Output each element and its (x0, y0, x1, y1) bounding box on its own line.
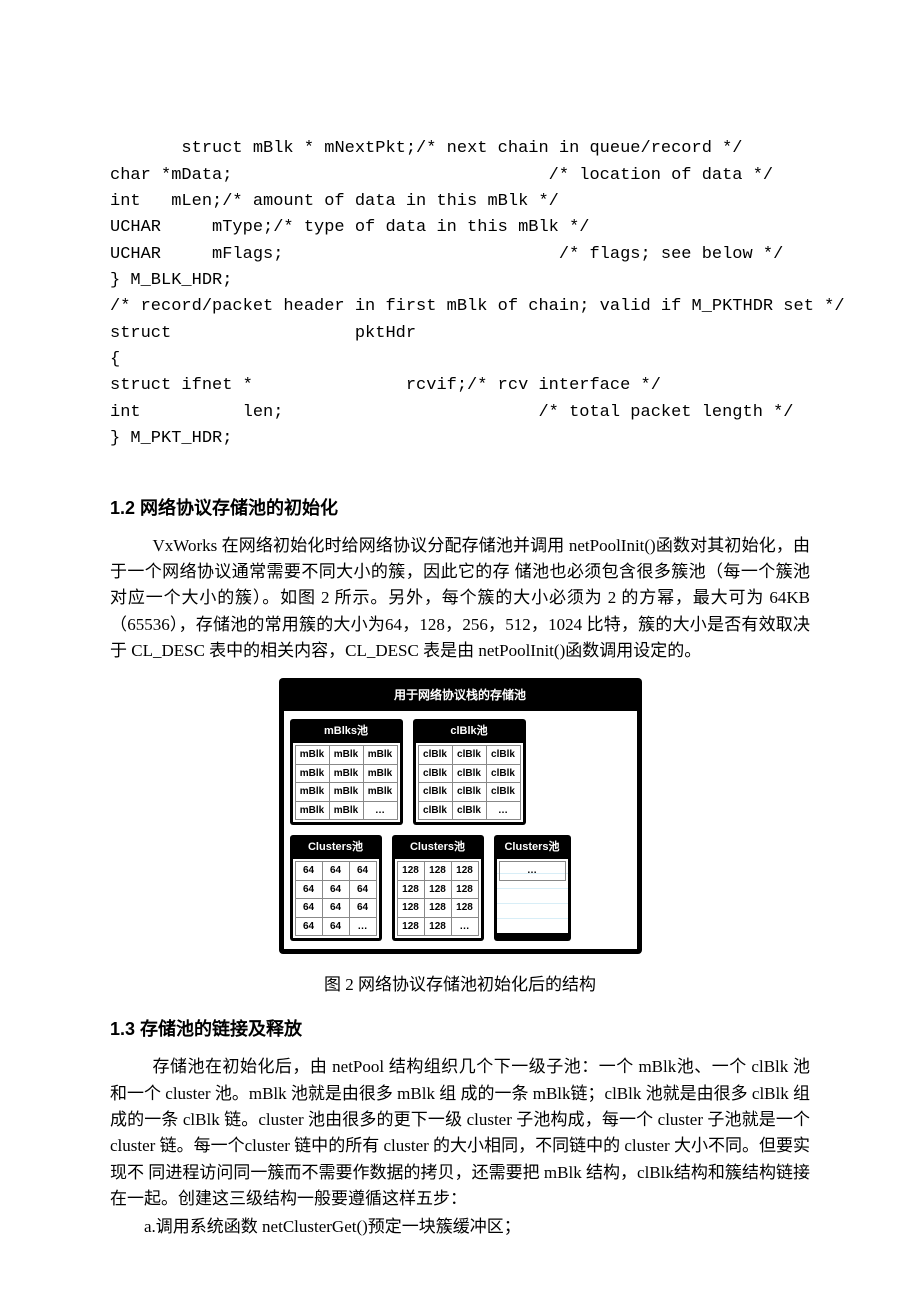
figure-2-row2: Clusters池 646464 646464 646464 6464… Clu… (290, 835, 631, 941)
pool-c128-body: 128128128 128128128 128128128 128128… (395, 859, 481, 938)
pool-cmore-title: Clusters池 (497, 838, 568, 859)
cell: 128 (424, 880, 451, 899)
cell: … (499, 862, 565, 881)
cell: 128 (424, 862, 451, 881)
paragraph-1-3: 存储池在初始化后，由 netPool 结构组织几个下一级子池：一个 mBlk池、… (110, 1054, 810, 1212)
paragraph-1-3-a: a.调用系统函数 netClusterGet()预定一块簇缓冲区； (110, 1214, 810, 1240)
cell: clBlk (452, 783, 486, 802)
code-line: int len; /* total packet length */ (110, 403, 794, 422)
figure-2-title: 用于网络协议栈的存储池 (284, 683, 637, 711)
cell: … (363, 801, 397, 820)
cell: 128 (397, 899, 424, 918)
cell: 128 (397, 917, 424, 936)
cell: clBlk (452, 764, 486, 783)
cell: 64 (322, 880, 349, 899)
pool-clusters-more: Clusters池 … (494, 835, 571, 941)
heading-1-3: 1.3 存储池的链接及释放 (110, 1016, 810, 1044)
cell: 64 (295, 899, 322, 918)
cell: clBlk (418, 746, 452, 765)
cell: 128 (397, 880, 424, 899)
figure-2-box: 用于网络协议栈的存储池 mBlks池 mBlkmBlkmBlk mBlkmBlk… (279, 678, 642, 954)
cell: 64 (349, 899, 376, 918)
cell: mBlk (329, 746, 363, 765)
heading-1-2: 1.2 网络协议存储池的初始化 (110, 495, 810, 523)
cell: 128 (451, 880, 478, 899)
cell: mBlk (363, 746, 397, 765)
cell: 128 (451, 899, 478, 918)
pool-mblks-table: mBlkmBlkmBlk mBlkmBlkmBlk mBlkmBlkmBlk m… (295, 745, 398, 820)
cell: 64 (322, 862, 349, 881)
code-line: char *mData; /* location of data */ (110, 166, 773, 185)
cell-blank (499, 911, 565, 926)
cell: … (349, 917, 376, 936)
cell: mBlk (363, 764, 397, 783)
code-line: } M_BLK_HDR; (110, 271, 232, 290)
code-line: /* record/packet header in first mBlk of… (110, 297, 845, 316)
cell: 64 (349, 880, 376, 899)
cell: 128 (424, 899, 451, 918)
pool-c64-title: Clusters池 (293, 838, 379, 859)
cell-blank (499, 896, 565, 911)
cell: 128 (424, 917, 451, 936)
pool-clusters-128: Clusters池 128128128 128128128 128128128 … (392, 835, 484, 941)
pool-cmore-body: … (497, 859, 568, 933)
cell: clBlk (486, 764, 520, 783)
code-line: UCHAR mType;/* type of data in this mBlk… (110, 218, 589, 237)
cell: clBlk (418, 764, 452, 783)
code-line: struct ifnet * rcvif;/* rcv interface */ (110, 376, 661, 395)
pool-clblk: clBlk池 clBlkclBlkclBlk clBlkclBlkclBlk c… (413, 719, 526, 825)
code-block: struct mBlk * mNextPkt;/* next chain in … (110, 110, 810, 479)
pool-clblk-table: clBlkclBlkclBlk clBlkclBlkclBlk clBlkclB… (418, 745, 521, 820)
cell: mBlk (329, 801, 363, 820)
cell: mBlk (295, 764, 329, 783)
pool-clblk-title: clBlk池 (416, 722, 523, 743)
cell: 64 (322, 917, 349, 936)
figure-2-caption: 图 2 网络协议存储池初始化后的结构 (110, 972, 810, 998)
cell-blank (499, 880, 565, 896)
cell: 64 (322, 899, 349, 918)
figure-2: 用于网络协议栈的存储池 mBlks池 mBlkmBlkmBlk mBlkmBlk… (279, 678, 642, 954)
pool-mblks-body: mBlkmBlkmBlk mBlkmBlkmBlk mBlkmBlkmBlk m… (293, 743, 400, 822)
cell: … (451, 917, 478, 936)
code-line: UCHAR mFlags; /* flags; see below */ (110, 245, 783, 264)
pool-c64-body: 646464 646464 646464 6464… (293, 859, 379, 938)
code-line: int mLen;/* amount of data in this mBlk … (110, 192, 559, 211)
code-line: struct pktHdr (110, 324, 416, 343)
document-page: struct mBlk * mNextPkt;/* next chain in … (0, 0, 920, 1303)
cell: clBlk (452, 801, 486, 820)
code-line: } M_PKT_HDR; (110, 429, 232, 448)
cell: 128 (451, 862, 478, 881)
cell: mBlk (329, 764, 363, 783)
cell: clBlk (418, 783, 452, 802)
pool-mblks-title: mBlks池 (293, 722, 400, 743)
code-line: { (110, 350, 120, 369)
cell: 64 (295, 917, 322, 936)
pool-c64-table: 646464 646464 646464 6464… (295, 861, 377, 936)
cell: 64 (349, 862, 376, 881)
cell: clBlk (452, 746, 486, 765)
cell: clBlk (486, 746, 520, 765)
cell: clBlk (418, 801, 452, 820)
pool-cmore-table: … (499, 861, 566, 926)
pool-clblk-body: clBlkclBlkclBlk clBlkclBlkclBlk clBlkclB… (416, 743, 523, 822)
figure-2-inner: mBlks池 mBlkmBlkmBlk mBlkmBlkmBlk mBlkmBl… (284, 711, 637, 949)
cell: mBlk (363, 783, 397, 802)
cell: mBlk (295, 801, 329, 820)
cell: 64 (295, 862, 322, 881)
code-line: struct mBlk * mNextPkt;/* next chain in … (151, 139, 743, 158)
cell: mBlk (295, 746, 329, 765)
cell: mBlk (329, 783, 363, 802)
cell: 128 (397, 862, 424, 881)
figure-2-row1: mBlks池 mBlkmBlkmBlk mBlkmBlkmBlk mBlkmBl… (290, 719, 631, 825)
cell: … (486, 801, 520, 820)
pool-clusters-64: Clusters池 646464 646464 646464 6464… (290, 835, 382, 941)
pool-c128-title: Clusters池 (395, 838, 481, 859)
pool-c128-table: 128128128 128128128 128128128 128128… (397, 861, 479, 936)
cell: 64 (295, 880, 322, 899)
cell: mBlk (295, 783, 329, 802)
cell: clBlk (486, 783, 520, 802)
paragraph-1-2: VxWorks 在网络初始化时给网络协议分配存储池并调用 netPoolInit… (110, 533, 810, 665)
pool-mblks: mBlks池 mBlkmBlkmBlk mBlkmBlkmBlk mBlkmBl… (290, 719, 403, 825)
